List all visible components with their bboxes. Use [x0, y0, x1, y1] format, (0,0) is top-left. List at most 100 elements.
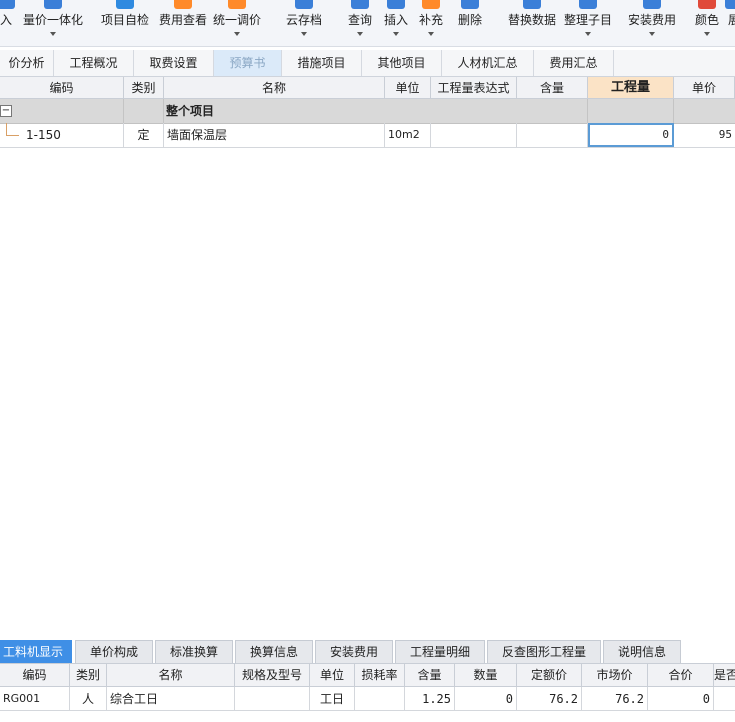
supplement-icon	[422, 0, 440, 9]
col-header-name[interactable]: 名称	[107, 664, 235, 687]
chevron-down-icon	[393, 32, 399, 36]
tab-install-fee[interactable]: 安装费用	[315, 640, 393, 663]
row-market-price[interactable]: 76.2	[582, 687, 648, 711]
col-header-code[interactable]: 编码	[0, 664, 70, 687]
tab-project-overview[interactable]: 工程概况	[54, 50, 134, 76]
col-header-quantity[interactable]: 工程量	[588, 77, 674, 99]
insert-icon	[387, 0, 405, 9]
col-header-spec[interactable]: 规格及型号	[235, 664, 310, 687]
row-unit[interactable]: 10m2	[385, 123, 431, 147]
tab-price-analysis[interactable]: 价分析	[0, 50, 54, 76]
chevron-down-icon	[649, 32, 655, 36]
row-spec[interactable]	[235, 687, 310, 711]
tab-resource-display[interactable]: 工料机显示	[0, 640, 72, 663]
chevron-down-icon	[428, 32, 434, 36]
row-qty[interactable]: 0	[455, 687, 517, 711]
row-loss-rate[interactable]	[355, 687, 405, 711]
row-type[interactable]: 人	[70, 687, 107, 711]
row-name[interactable]: 综合工日	[107, 687, 235, 711]
row-code[interactable]: 1-150	[0, 123, 124, 147]
price-adjust-icon	[228, 0, 246, 9]
delete-button[interactable]: 删除	[452, 0, 488, 46]
col-header-name[interactable]: 名称	[164, 77, 385, 99]
table-group-row[interactable]: − 整个项目	[0, 99, 735, 124]
fee-view-icon	[174, 0, 192, 9]
import-icon	[0, 0, 15, 9]
col-header-total[interactable]: 合价	[648, 664, 714, 687]
insert-button[interactable]: 插入	[378, 0, 414, 46]
self-check-button[interactable]: 项目自检	[98, 0, 152, 46]
expand-button[interactable]: 展	[722, 0, 735, 46]
install-fee-button[interactable]: 安装费用	[624, 0, 680, 46]
row-expression[interactable]	[431, 123, 517, 147]
col-header-quota-price[interactable]: 定额价	[517, 664, 582, 687]
chevron-down-icon	[50, 32, 56, 36]
import-button[interactable]: 入	[0, 0, 18, 46]
col-header-unit-price[interactable]: 单价	[674, 77, 735, 99]
row-type[interactable]: 定	[124, 123, 164, 147]
query-icon	[351, 0, 369, 9]
chevron-down-icon	[357, 32, 363, 36]
row-content[interactable]	[517, 123, 588, 147]
tab-description-info[interactable]: 说明信息	[603, 640, 681, 663]
chevron-down-icon	[585, 32, 591, 36]
tab-other-items[interactable]: 其他项目	[362, 50, 442, 76]
tab-fee-settings[interactable]: 取费设置	[134, 50, 214, 76]
cloud-archive-icon	[295, 0, 313, 9]
row-name[interactable]: 墙面保温层	[164, 123, 385, 147]
replace-data-button[interactable]: 替换数据	[504, 0, 560, 46]
group-name: 整个项目	[164, 99, 588, 123]
organize-items-button[interactable]: 整理子目	[560, 0, 616, 46]
col-header-content[interactable]: 含量	[517, 77, 588, 99]
row-content[interactable]: 1.25	[405, 687, 455, 711]
ribbon-toolbar: 入 量价一体化 项目自检 费用查看 统一调价 云存档 查询 插入 补充 删除 替…	[0, 0, 735, 47]
organize-items-icon	[579, 0, 597, 9]
tab-budget-book[interactable]: 预算书	[214, 50, 282, 76]
col-header-qty[interactable]: 数量	[455, 664, 517, 687]
row-unit-price[interactable]: 95	[674, 123, 735, 147]
collapse-toggle-icon[interactable]: −	[0, 105, 12, 117]
tab-measures[interactable]: 措施项目	[282, 50, 362, 76]
tab-quantity-detail[interactable]: 工程量明细	[395, 640, 485, 663]
quantity-input[interactable]: 0	[588, 123, 674, 147]
tab-conversion-info[interactable]: 换算信息	[235, 640, 313, 663]
row-code[interactable]: RG001	[0, 687, 70, 711]
tab-labor-material-summary[interactable]: 人材机汇总	[442, 50, 534, 76]
col-header-loss-rate[interactable]: 损耗率	[355, 664, 405, 687]
main-tab-bar: 价分析 工程概况 取费设置 预算书 措施项目 其他项目 人材机汇总 费用汇总	[0, 50, 735, 77]
col-header-market-price[interactable]: 市场价	[582, 664, 648, 687]
install-fee-icon	[643, 0, 661, 9]
row-quota-price[interactable]: 76.2	[517, 687, 582, 711]
chevron-down-icon	[704, 32, 710, 36]
col-header-type[interactable]: 类别	[70, 664, 107, 687]
replace-data-icon	[523, 0, 541, 9]
chevron-down-icon	[234, 32, 240, 36]
supplement-button[interactable]: 补充	[413, 0, 449, 46]
tab-unit-price-composition[interactable]: 单价构成	[75, 640, 153, 663]
fee-view-button[interactable]: 费用查看	[156, 0, 210, 46]
bottom-tab-bar: 工料机显示 单价构成 标准换算 换算信息 安装费用 工程量明细 反查图形工程量 …	[0, 640, 735, 664]
color-button[interactable]: 颜色	[690, 0, 724, 46]
chevron-down-icon	[301, 32, 307, 36]
row-total[interactable]: 0	[648, 687, 714, 711]
col-header-unit[interactable]: 单位	[385, 77, 431, 99]
expand-icon	[725, 0, 735, 9]
col-header-content[interactable]: 含量	[405, 664, 455, 687]
price-adjust-button[interactable]: 统一调价	[210, 0, 264, 46]
col-header-unit[interactable]: 单位	[310, 664, 355, 687]
row-unit[interactable]: 工日	[310, 687, 355, 711]
tab-standard-conversion[interactable]: 标准换算	[155, 640, 233, 663]
quantity-price-icon	[44, 0, 62, 9]
tab-graphic-quantity-lookup[interactable]: 反查图形工程量	[487, 640, 601, 663]
cloud-archive-button[interactable]: 云存档	[280, 0, 328, 46]
tab-fee-summary[interactable]: 费用汇总	[534, 50, 614, 76]
row-flag[interactable]	[714, 687, 735, 711]
col-header-expression[interactable]: 工程量表达式	[431, 77, 517, 99]
col-header-code[interactable]: 编码	[0, 77, 124, 99]
col-header-type[interactable]: 类别	[124, 77, 164, 99]
query-button[interactable]: 查询	[342, 0, 378, 46]
col-header-flag[interactable]: 是否	[714, 664, 735, 687]
table-row[interactable]: 1-150 定 墙面保温层 10m2 0 95	[0, 123, 735, 148]
quantity-price-button[interactable]: 量价一体化	[20, 0, 86, 46]
self-check-icon	[116, 0, 134, 9]
